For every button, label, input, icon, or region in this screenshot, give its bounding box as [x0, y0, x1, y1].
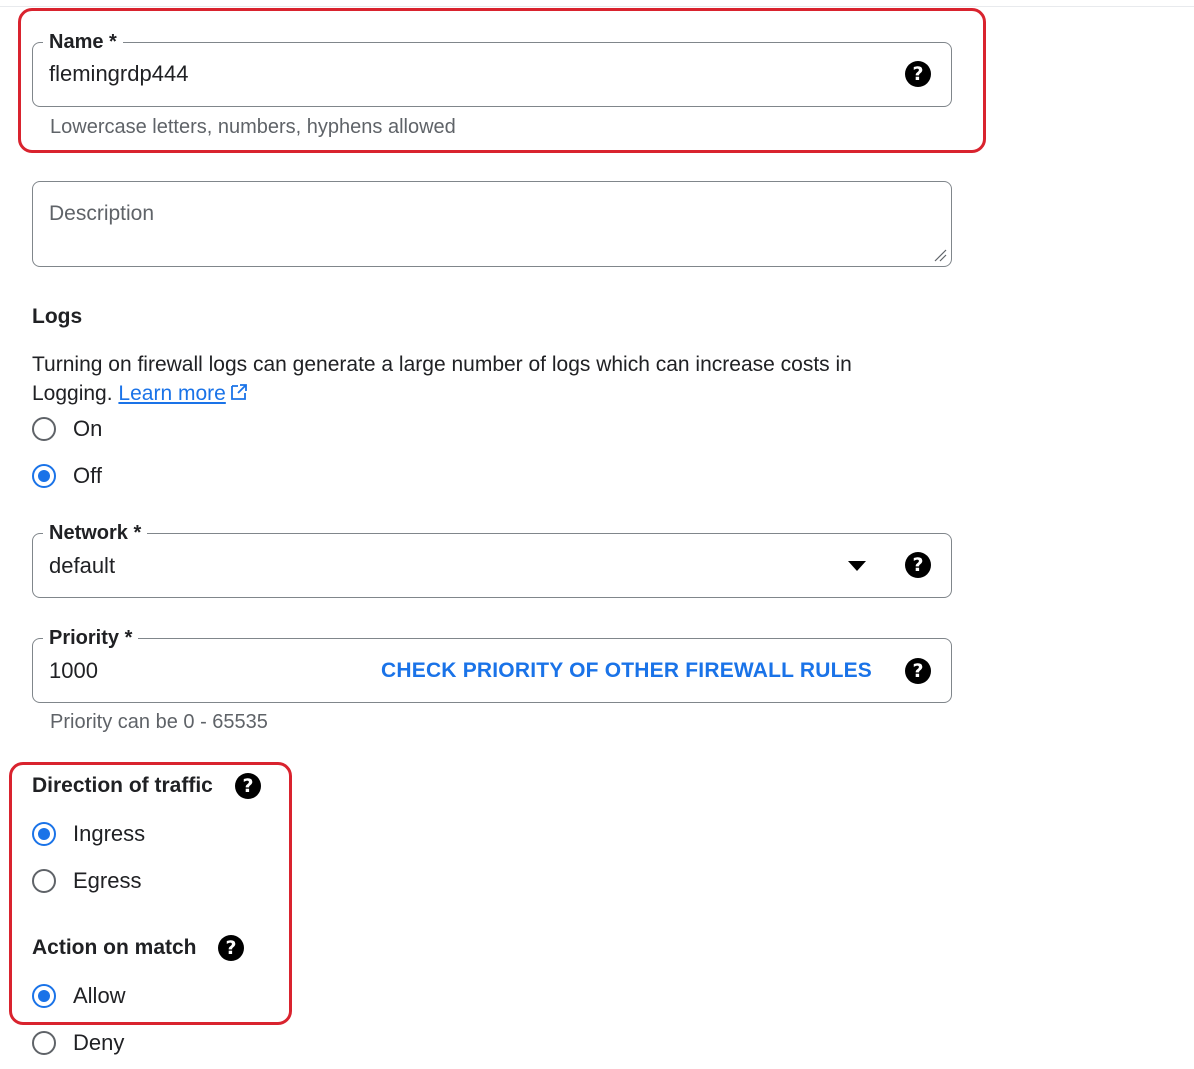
- radio-label: Allow: [73, 983, 126, 1008]
- priority-hint: Priority can be 0 - 65535: [50, 711, 268, 733]
- priority-label: Priority *: [43, 626, 139, 650]
- logs-option-off[interactable]: Off: [32, 461, 102, 491]
- help-circle-icon[interactable]: ?: [235, 773, 261, 799]
- resize-handle-icon[interactable]: [933, 248, 947, 262]
- name-hint: Lowercase letters, numbers, hyphens allo…: [50, 116, 456, 138]
- radio-label: Egress: [73, 868, 142, 893]
- external-link-icon: [230, 384, 247, 400]
- radio-button[interactable]: [32, 417, 56, 441]
- direction-option-ingress[interactable]: Ingress: [32, 819, 145, 849]
- check-priority-button[interactable]: CHECK PRIORITY OF OTHER FIREWALL RULES: [381, 658, 872, 684]
- radio-button[interactable]: [32, 822, 56, 846]
- action-option-allow[interactable]: Allow: [32, 981, 126, 1011]
- dropdown-arrow-icon[interactable]: [848, 561, 866, 571]
- radio-label: Deny: [73, 1030, 125, 1055]
- network-value: default: [49, 553, 116, 578]
- priority-field[interactable]: Priority * 1000 CHECK PRIORITY OF OTHER …: [32, 626, 952, 703]
- radio-button[interactable]: [32, 464, 56, 488]
- radio-button[interactable]: [32, 869, 56, 893]
- logs-option-on[interactable]: On: [32, 414, 102, 444]
- name-input[interactable]: flemingrdp444: [49, 60, 188, 88]
- help-circle-icon[interactable]: ?: [905, 658, 931, 684]
- logs-title: Logs: [32, 305, 83, 328]
- radio-label: Off: [73, 463, 102, 488]
- top-divider: [0, 6, 1194, 7]
- action-on-match-title: Action on match: [32, 936, 197, 959]
- network-select[interactable]: Network * default ?: [32, 521, 952, 598]
- priority-input[interactable]: 1000: [49, 657, 98, 685]
- radio-label: On: [73, 416, 103, 441]
- radio-button[interactable]: [32, 1031, 56, 1055]
- action-option-deny[interactable]: Deny: [32, 1028, 124, 1058]
- help-circle-icon[interactable]: ?: [905, 61, 931, 87]
- name-field[interactable]: Name * flemingrdp444 ?: [32, 30, 952, 107]
- help-circle-icon[interactable]: ?: [905, 552, 931, 578]
- network-label: Network *: [43, 521, 148, 545]
- direction-option-egress[interactable]: Egress: [32, 866, 141, 896]
- help-circle-icon[interactable]: ?: [218, 935, 244, 961]
- direction-title: Direction of traffic: [32, 774, 213, 797]
- radio-label: Ingress: [73, 821, 146, 846]
- radio-button[interactable]: [32, 984, 56, 1008]
- logs-description: Turning on firewall logs can generate a …: [32, 350, 912, 408]
- description-placeholder: Description: [49, 202, 155, 225]
- learn-more-link[interactable]: Learn more: [118, 382, 248, 405]
- name-label: Name *: [43, 30, 123, 54]
- description-field[interactable]: Description: [32, 181, 952, 267]
